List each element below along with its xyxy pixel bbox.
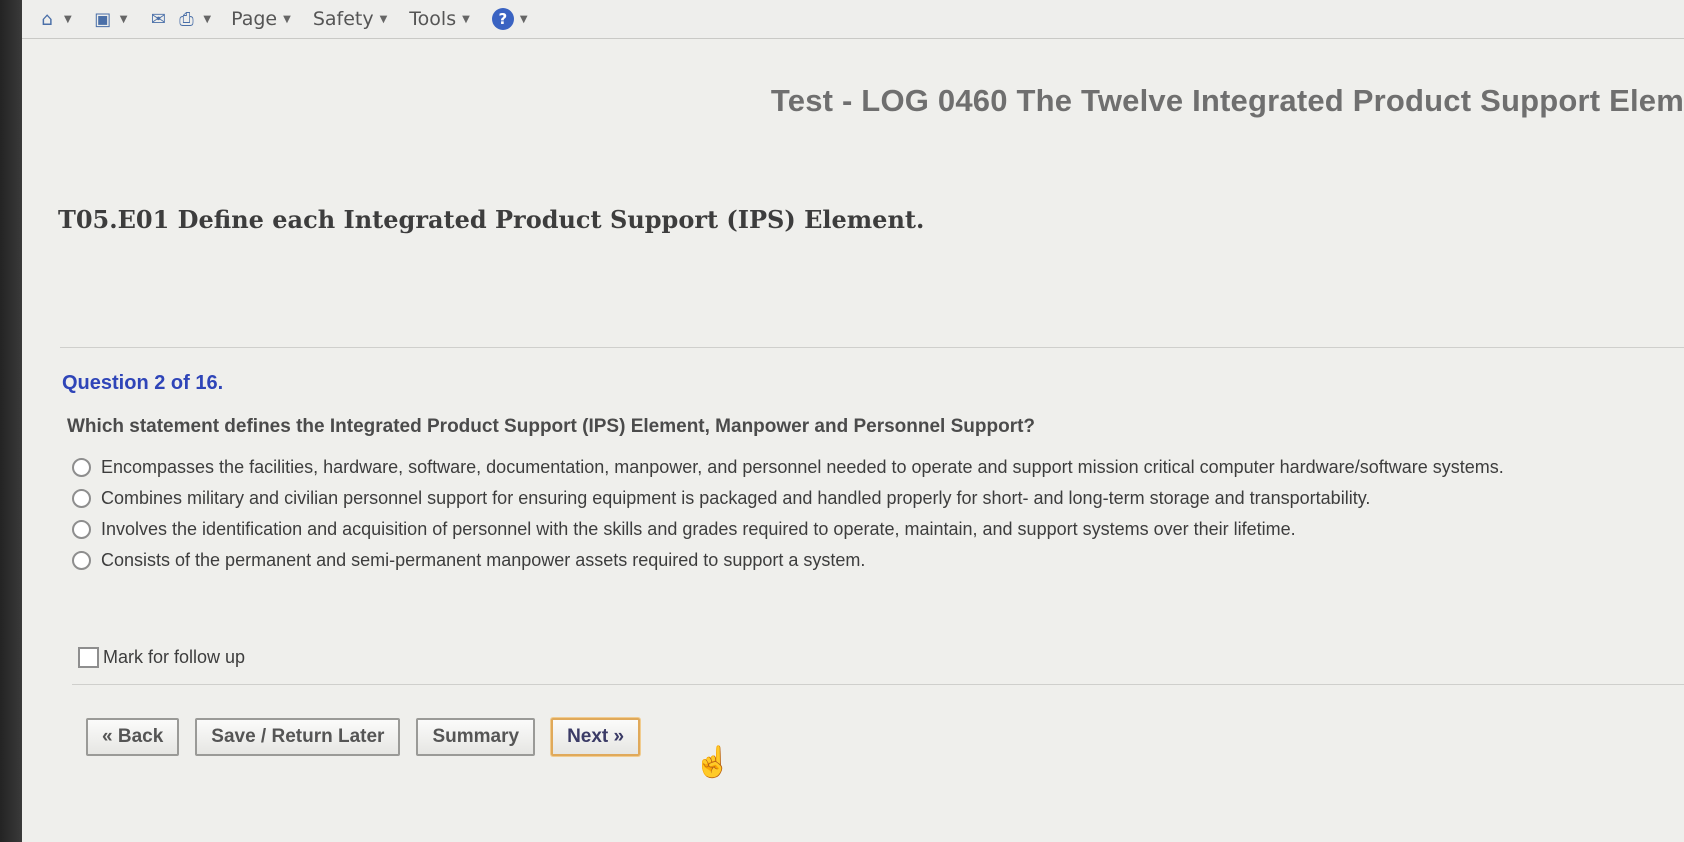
answer-option[interactable]: Involves the identification and acquisit…	[72, 514, 1504, 545]
print-icon[interactable]: ⎙	[175, 8, 197, 30]
chevron-down-icon: ▼	[283, 13, 291, 25]
objective-heading: T05.E01 Define each Integrated Product S…	[58, 205, 925, 234]
tools-menu-label: Tools	[409, 8, 457, 30]
follow-up-checkbox[interactable]	[78, 647, 99, 668]
answer-option-label: Involves the identification and acquisit…	[101, 519, 1296, 539]
answer-option[interactable]: Consists of the permanent and semi-perma…	[72, 545, 1504, 576]
mail-icon[interactable]: ✉	[147, 8, 169, 30]
answer-option[interactable]: Combines military and civilian personnel…	[72, 483, 1504, 514]
answer-option-label: Encompasses the facilities, hardware, so…	[101, 457, 1504, 477]
safety-menu-label: Safety	[312, 8, 374, 30]
monitor-bezel	[0, 0, 22, 842]
question-text: Which statement defines the Integrated P…	[67, 416, 1036, 437]
summary-button[interactable]: Summary	[416, 718, 536, 756]
chevron-down-icon: ▼	[379, 13, 388, 25]
tools-menu[interactable]: Tools ▼	[409, 8, 470, 30]
feed-dropdown-caret[interactable]: ▼	[120, 14, 128, 25]
answer-option[interactable]: Encompasses the facilities, hardware, so…	[72, 452, 1504, 483]
save-return-later-button[interactable]: Save / Return Later	[195, 718, 401, 756]
browser-command-bar: ⌂ ▼ ▣ ▼ ✉ ⎙ ▼ Page ▼ Safety ▼ Tools ▼ ? …	[22, 0, 1684, 39]
home-dropdown-caret[interactable]: ▼	[64, 14, 72, 25]
page-title: Test - LOG 0460 The Twelve Integrated Pr…	[770, 83, 1684, 118]
navigation-buttons: « Back Save / Return Later Summary Next …	[86, 718, 641, 756]
answer-option-label: Combines military and civilian personnel…	[101, 488, 1371, 508]
radio-button[interactable]	[72, 458, 91, 477]
question-number: Question 2 of 16.	[62, 372, 224, 394]
divider	[72, 684, 1684, 685]
answer-option-label: Consists of the permanent and semi-perma…	[101, 550, 866, 570]
follow-up-toggle[interactable]: Mark for follow up	[78, 647, 245, 668]
chevron-down-icon: ▼	[519, 13, 528, 25]
follow-up-label: Mark for follow up	[103, 647, 246, 667]
back-button[interactable]: « Back	[86, 718, 180, 756]
help-icon: ?	[491, 8, 514, 30]
hand-cursor-icon: ☝	[694, 746, 732, 779]
print-dropdown-caret[interactable]: ▼	[203, 14, 211, 25]
feed-icon[interactable]: ▣	[92, 8, 114, 30]
radio-button[interactable]	[72, 551, 91, 570]
next-button[interactable]: Next »	[551, 718, 641, 756]
home-icon[interactable]: ⌂	[36, 8, 58, 30]
divider	[60, 347, 1684, 348]
answer-options: Encompasses the facilities, hardware, so…	[72, 452, 1504, 576]
chevron-down-icon: ▼	[462, 13, 470, 25]
test-page: Test - LOG 0460 The Twelve Integrated Pr…	[22, 39, 1684, 842]
radio-button[interactable]	[72, 489, 91, 508]
radio-button[interactable]	[72, 520, 91, 539]
page-menu[interactable]: Page ▼	[231, 8, 291, 30]
help-menu[interactable]: ? ▼	[491, 8, 528, 30]
page-menu-label: Page	[231, 8, 278, 30]
safety-menu[interactable]: Safety ▼	[313, 8, 387, 30]
